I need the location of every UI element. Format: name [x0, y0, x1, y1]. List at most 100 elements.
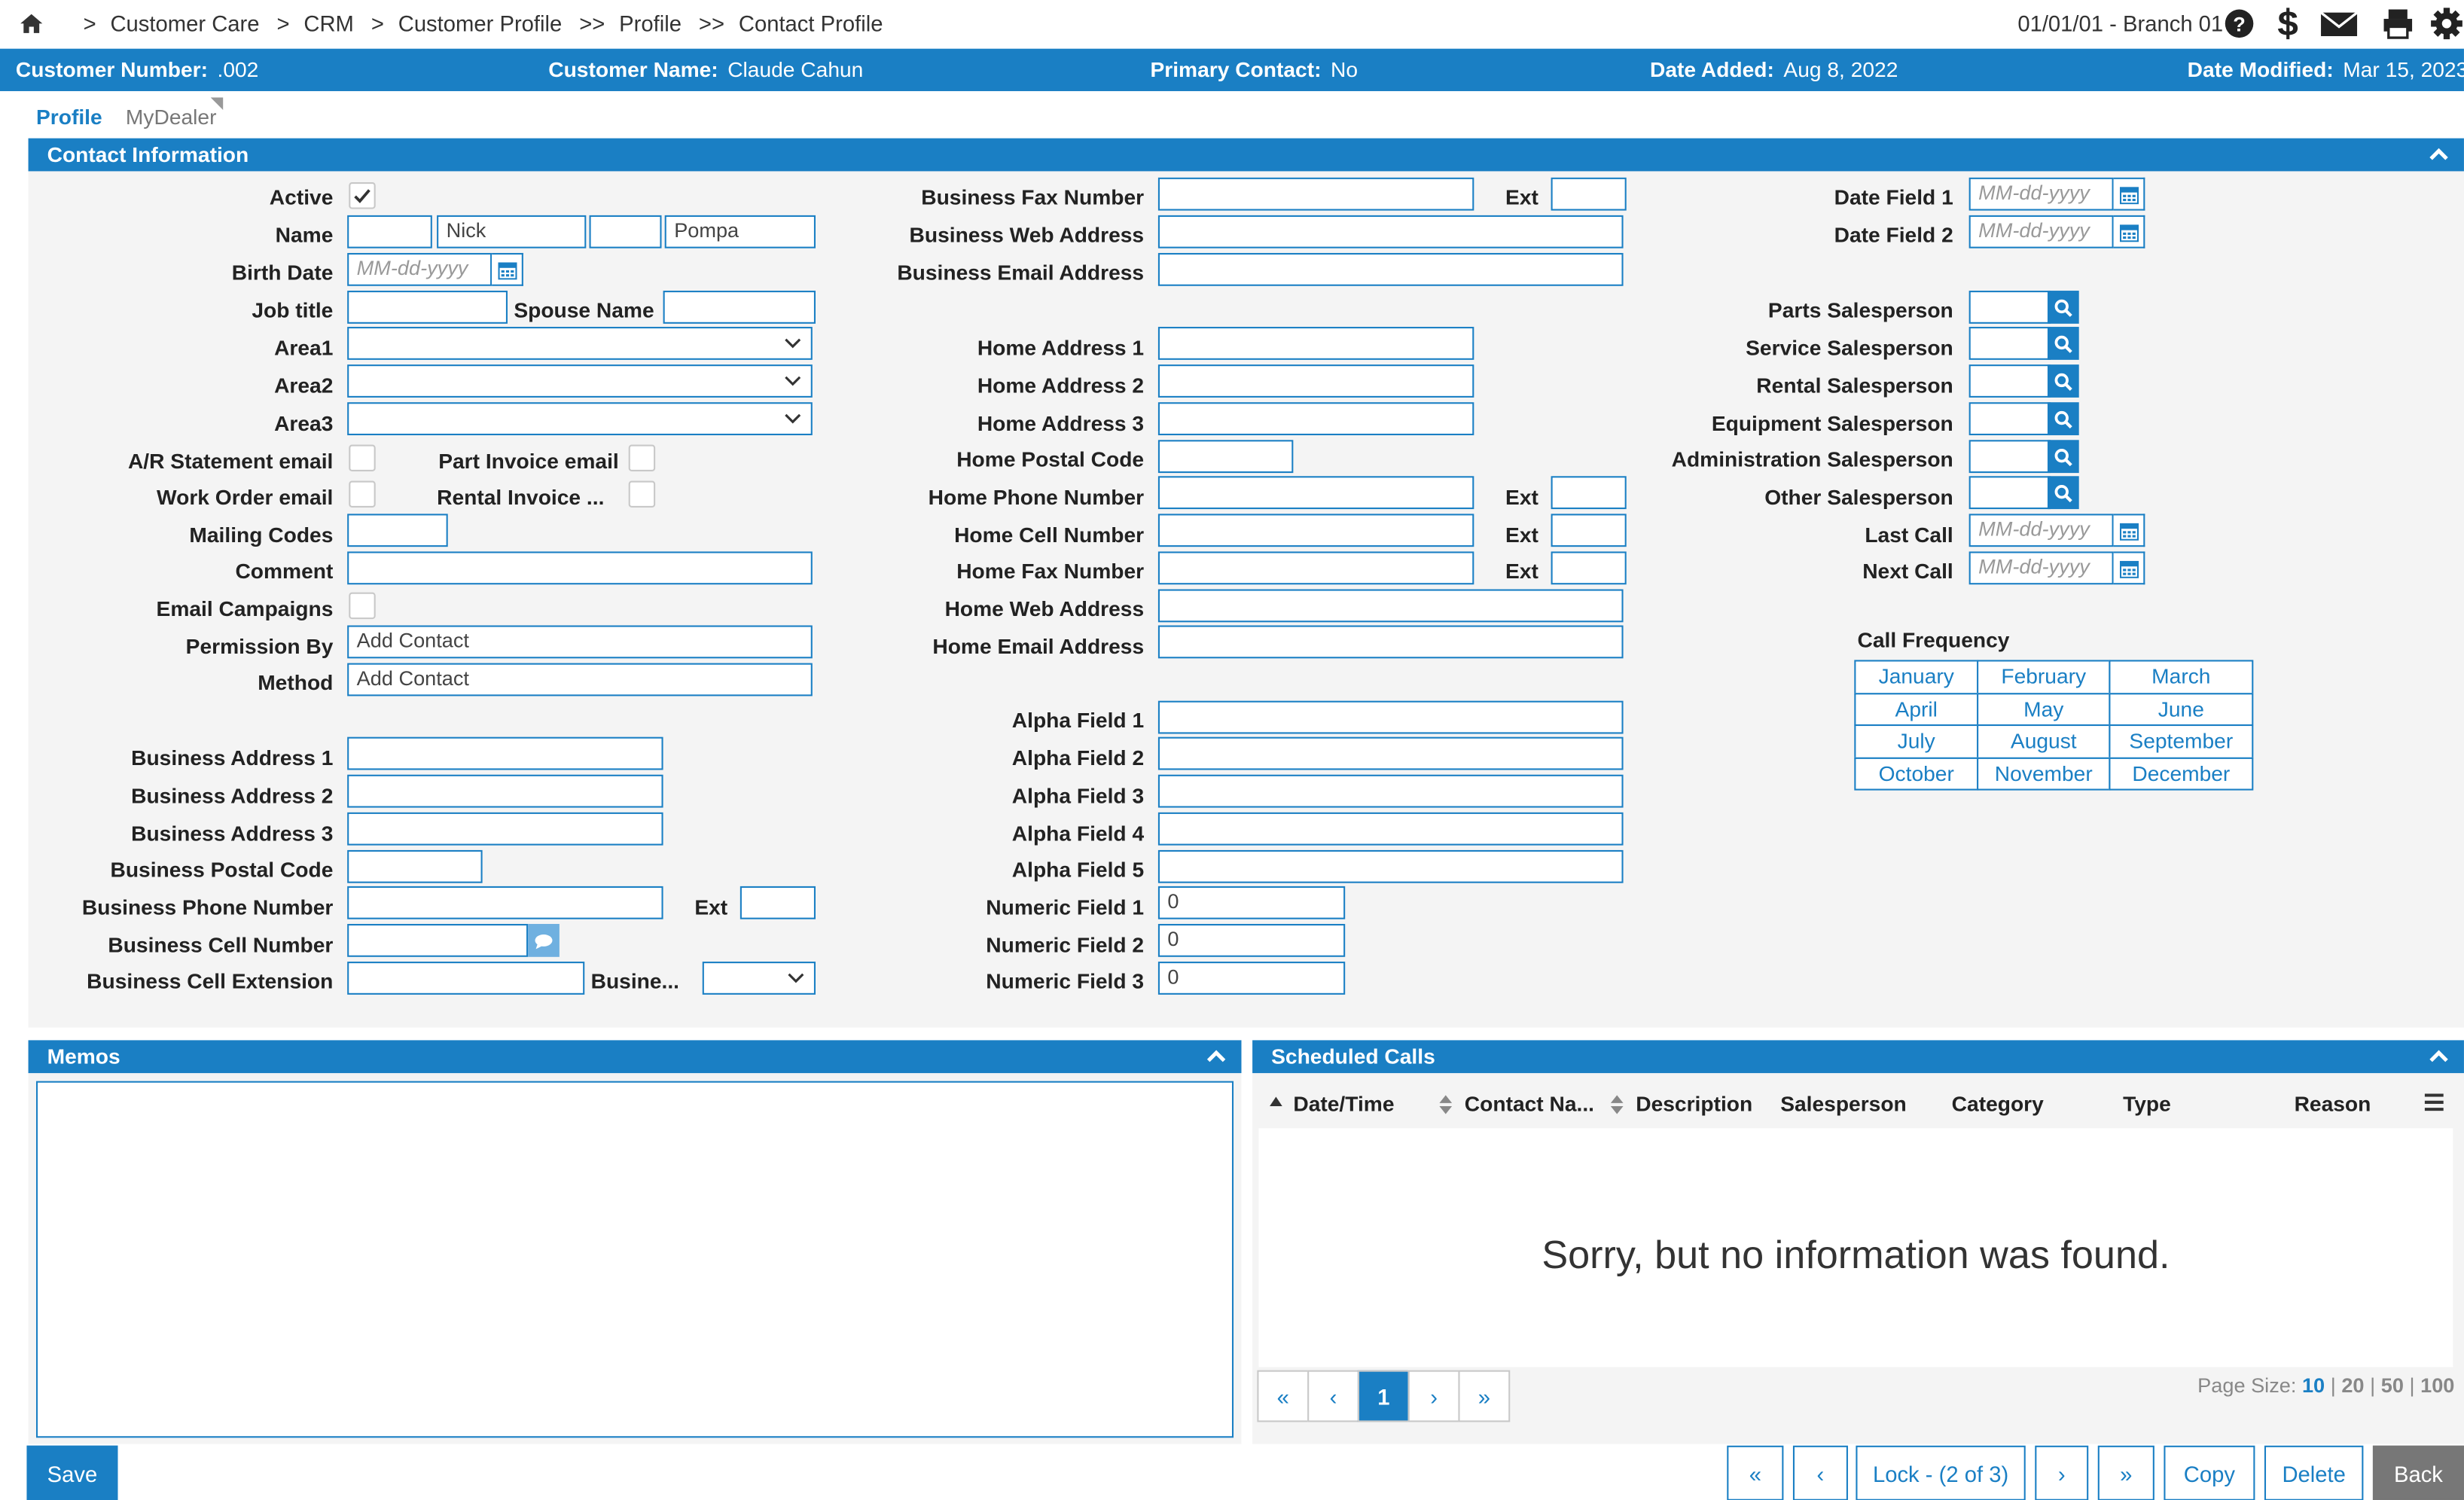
contact-info-header[interactable]: Contact Information: [28, 138, 2464, 172]
rental-invoice-checkbox[interactable]: [628, 480, 656, 508]
bus-addr2-input[interactable]: [347, 774, 663, 808]
mailing-codes-input[interactable]: [347, 514, 448, 547]
month-july[interactable]: July: [1854, 724, 1979, 758]
home-phone-input[interactable]: [1157, 476, 1474, 510]
work-order-checkbox[interactable]: [349, 480, 376, 508]
part-invoice-checkbox[interactable]: [628, 444, 656, 472]
alpha3-input[interactable]: [1157, 774, 1624, 808]
column-contact-name[interactable]: Contact Na...: [1465, 1092, 1594, 1115]
area2-select[interactable]: [347, 364, 813, 398]
home-addr2-input[interactable]: [1157, 364, 1474, 398]
home-email-input[interactable]: [1157, 625, 1624, 659]
home-cell-input[interactable]: [1157, 514, 1474, 547]
numeric3-input[interactable]: 0: [1157, 962, 1346, 995]
month-january[interactable]: January: [1854, 660, 1979, 694]
memos-textarea[interactable]: [35, 1081, 1234, 1438]
column-description[interactable]: Description: [1636, 1092, 1752, 1115]
home-icon[interactable]: [19, 11, 44, 36]
column-menu-icon[interactable]: [2424, 1093, 2444, 1111]
bus-addr1-input[interactable]: [347, 736, 663, 770]
currency-icon[interactable]: S: [2270, 5, 2305, 42]
rental-sp-search-button[interactable]: [2047, 364, 2079, 398]
date-field2-calendar-button[interactable]: [2113, 215, 2145, 248]
month-september[interactable]: September: [2109, 724, 2254, 758]
back-button[interactable]: Back: [2372, 1445, 2464, 1500]
middle-name-input[interactable]: [589, 215, 662, 248]
alpha2-input[interactable]: [1157, 736, 1624, 770]
method-input[interactable]: Add Contact: [347, 663, 813, 697]
delete-button[interactable]: Delete: [2264, 1445, 2364, 1500]
month-april[interactable]: April: [1854, 692, 1979, 727]
lock-button[interactable]: Lock - (2 of 3): [1856, 1445, 2026, 1500]
column-reason[interactable]: Reason: [2295, 1092, 2371, 1115]
last-name-input[interactable]: Pompa: [664, 215, 816, 248]
breadcrumb-crm[interactable]: CRM: [303, 11, 354, 36]
birth-date-calendar-button[interactable]: [492, 252, 523, 286]
other-sp-input[interactable]: [1968, 476, 2051, 510]
bus-cell-input[interactable]: [347, 923, 529, 957]
branch-selector[interactable]: 01/01/01 - Branch 01: [2017, 11, 2223, 36]
area3-select[interactable]: [347, 402, 813, 436]
chevron-up-icon[interactable]: [2429, 145, 2448, 163]
spouse-name-input[interactable]: [663, 291, 816, 324]
page-size-20[interactable]: 20: [2341, 1373, 2364, 1397]
home-fax-ext-input[interactable]: [1551, 551, 1627, 585]
service-sp-search-button[interactable]: [2047, 327, 2079, 360]
month-june[interactable]: June: [2109, 692, 2254, 727]
date-field2-input[interactable]: MM-dd-yyyy: [1968, 215, 2114, 248]
pager-page-1[interactable]: 1: [1357, 1370, 1410, 1422]
ar-statement-checkbox[interactable]: [349, 444, 376, 472]
help-icon[interactable]: ?: [2222, 6, 2257, 41]
page-size-100[interactable]: 100: [2420, 1373, 2454, 1397]
pager-prev[interactable]: ‹: [1307, 1370, 1359, 1422]
next-call-calendar-button[interactable]: [2113, 551, 2145, 585]
home-cell-ext-input[interactable]: [1551, 514, 1627, 547]
bus-fax-input[interactable]: [1157, 177, 1474, 211]
print-icon[interactable]: [2380, 6, 2415, 41]
prev-record-button[interactable]: ‹: [1792, 1445, 1848, 1500]
breadcrumb-profile[interactable]: Profile: [619, 11, 682, 36]
bus-postal-input[interactable]: [347, 849, 483, 883]
bus-phone-input[interactable]: [347, 886, 663, 919]
parts-sp-input[interactable]: [1968, 291, 2051, 324]
busine-select[interactable]: [702, 962, 816, 995]
tab-mydealer[interactable]: MyDealer: [126, 105, 217, 129]
page-size-10[interactable]: 10: [2302, 1373, 2325, 1397]
active-checkbox[interactable]: [349, 182, 376, 209]
pager-first[interactable]: «: [1257, 1370, 1310, 1422]
equipment-sp-search-button[interactable]: [2047, 402, 2079, 436]
alpha1-input[interactable]: [1157, 700, 1624, 734]
chevron-up-icon[interactable]: [1206, 1047, 1226, 1066]
chevron-up-icon[interactable]: [2429, 1047, 2448, 1066]
bus-web-input[interactable]: [1157, 215, 1624, 248]
bus-email-input[interactable]: [1157, 252, 1624, 286]
bus-addr3-input[interactable]: [347, 812, 663, 846]
month-october[interactable]: October: [1854, 756, 1979, 791]
numeric2-input[interactable]: 0: [1157, 923, 1346, 957]
month-may[interactable]: May: [1977, 692, 2111, 727]
home-addr1-input[interactable]: [1157, 327, 1474, 360]
scheduled-calls-header[interactable]: Scheduled Calls: [1252, 1040, 2464, 1074]
service-sp-input[interactable]: [1968, 327, 2051, 360]
birth-date-input[interactable]: MM-dd-yyyy: [347, 252, 492, 286]
job-title-input[interactable]: [347, 291, 508, 324]
first-record-button[interactable]: «: [1727, 1445, 1784, 1500]
pager-next[interactable]: ›: [1407, 1370, 1460, 1422]
column-salesperson[interactable]: Salesperson: [1780, 1092, 1907, 1115]
home-addr3-input[interactable]: [1157, 402, 1474, 436]
equipment-sp-input[interactable]: [1968, 402, 2051, 436]
alpha4-input[interactable]: [1157, 812, 1624, 846]
last-call-calendar-button[interactable]: [2113, 514, 2145, 547]
permission-by-input[interactable]: Add Contact: [347, 625, 813, 659]
rental-sp-input[interactable]: [1968, 364, 2051, 398]
email-campaigns-checkbox[interactable]: [349, 592, 376, 620]
breadcrumb-customer-profile[interactable]: Customer Profile: [398, 11, 563, 36]
name-prefix-input[interactable]: [347, 215, 432, 248]
month-august[interactable]: August: [1977, 724, 2111, 758]
bus-cell-ext-input[interactable]: [347, 962, 585, 995]
admin-sp-input[interactable]: [1968, 440, 2051, 474]
home-web-input[interactable]: [1157, 589, 1624, 623]
page-size-50[interactable]: 50: [2381, 1373, 2404, 1397]
home-fax-input[interactable]: [1157, 551, 1474, 585]
month-december[interactable]: December: [2109, 756, 2254, 791]
